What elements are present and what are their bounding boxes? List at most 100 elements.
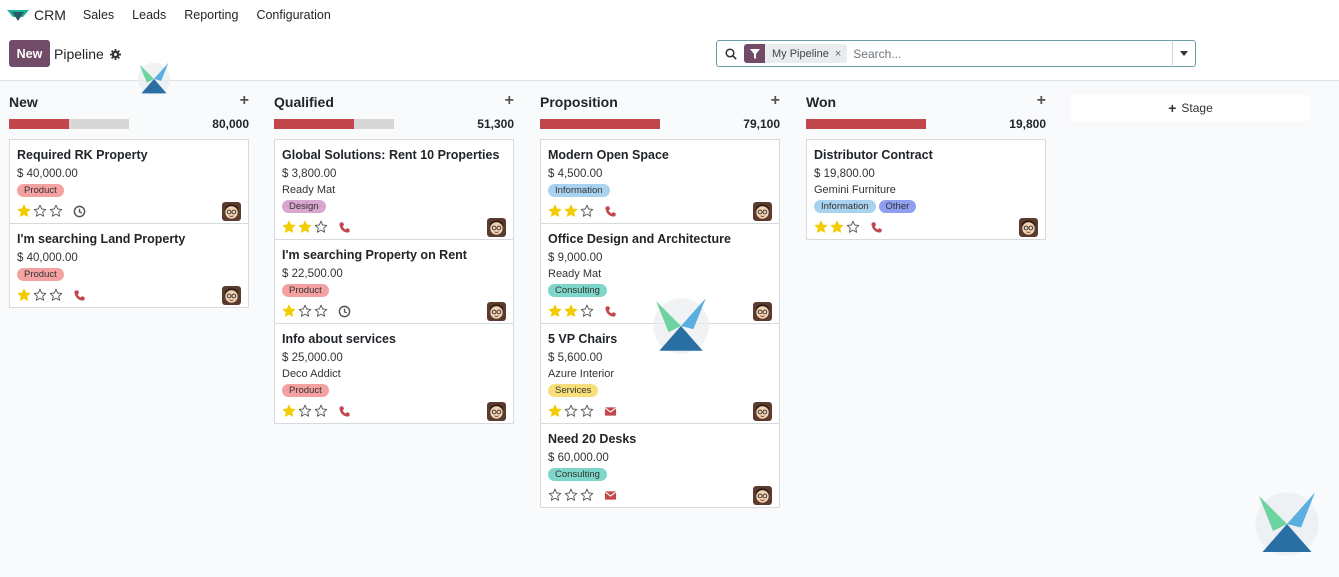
star-filled-icon[interactable] [17, 204, 31, 218]
column-progress-bar[interactable] [274, 119, 394, 129]
column-quick-create-button[interactable]: + [1037, 92, 1046, 110]
star-empty-icon[interactable] [564, 488, 578, 502]
kanban-card[interactable]: Need 20 Desks $ 60,000.00 Consulting [541, 424, 779, 507]
control-panel: New Pipeline My Pipeline × [0, 30, 1339, 81]
star-filled-icon[interactable] [814, 220, 828, 234]
app-brand[interactable]: CRM [7, 7, 66, 23]
menu-reporting[interactable]: Reporting [184, 8, 238, 22]
email-activity-icon[interactable] [604, 489, 617, 502]
avatar[interactable] [222, 202, 241, 221]
kanban-card[interactable]: Distributor Contract $ 19,800.00 Gemini Fu… [807, 140, 1045, 239]
star-filled-icon[interactable] [830, 220, 844, 234]
menu-leads[interactable]: Leads [132, 8, 166, 22]
card-footer [814, 215, 1038, 239]
star-filled-icon[interactable] [282, 220, 296, 234]
star-filled-icon[interactable] [564, 204, 578, 218]
gear-icon[interactable] [109, 48, 121, 60]
star-filled-icon[interactable] [548, 304, 562, 318]
column-progress-bar[interactable] [540, 119, 660, 129]
clock-activity-icon[interactable] [338, 305, 351, 318]
column-progress-bar[interactable] [806, 119, 926, 129]
column-quick-create-button[interactable]: + [771, 92, 780, 110]
star-filled-icon[interactable] [548, 404, 562, 418]
star-empty-icon[interactable] [314, 404, 328, 418]
card-customer: Deco Addict [282, 368, 341, 380]
phone-activity-icon[interactable] [870, 221, 883, 234]
avatar[interactable] [753, 402, 772, 421]
search-input[interactable] [853, 46, 1154, 61]
menu-configuration[interactable]: Configuration [256, 8, 330, 22]
column-quick-create-button[interactable]: + [505, 92, 514, 110]
search-bar: My Pipeline × [716, 40, 1173, 67]
filter-icon [744, 44, 765, 63]
phone-activity-icon[interactable] [73, 289, 86, 302]
star-filled-icon[interactable] [17, 288, 31, 302]
phone-activity-icon[interactable] [604, 305, 617, 318]
phone-activity-icon[interactable] [338, 221, 351, 234]
star-filled-icon[interactable] [282, 304, 296, 318]
filter-facet-remove[interactable]: × [835, 48, 847, 60]
add-stage-button[interactable]: + Stage [1071, 95, 1310, 121]
star-empty-icon[interactable] [580, 204, 594, 218]
search-options-toggle[interactable] [1172, 40, 1196, 67]
star-empty-icon[interactable] [49, 204, 63, 218]
column-total: 51,300 [477, 117, 514, 131]
star-empty-icon[interactable] [580, 304, 594, 318]
page-title: Pipeline [54, 46, 104, 62]
kanban-card[interactable]: Modern Open Space $ 4,500.00 Information [541, 140, 779, 224]
column-total: 79,100 [743, 117, 780, 131]
star-empty-icon[interactable] [548, 488, 562, 502]
star-filled-icon[interactable] [298, 220, 312, 234]
clock-activity-icon[interactable] [73, 205, 86, 218]
card-tags: Information Other [814, 200, 1038, 213]
avatar[interactable] [753, 486, 772, 505]
star-empty-icon[interactable] [580, 488, 594, 502]
avatar[interactable] [487, 218, 506, 237]
star-empty-icon[interactable] [33, 204, 47, 218]
card-amount: $ 60,000.00 [548, 452, 609, 464]
star-empty-icon[interactable] [49, 288, 63, 302]
phone-activity-icon[interactable] [338, 405, 351, 418]
star-empty-icon[interactable] [846, 220, 860, 234]
new-button[interactable]: New [9, 40, 50, 67]
star-filled-icon[interactable] [564, 304, 578, 318]
card-title: Global Solutions: Rent 10 Properties [282, 148, 500, 162]
avatar[interactable] [753, 202, 772, 221]
avatar[interactable] [1019, 218, 1038, 237]
kanban-column-won: Won +19,800 Distributor Contract $ 19,800.0… [806, 92, 1046, 240]
kanban-card[interactable]: I'm searching Property on Rent $ 22,500.0… [275, 240, 513, 324]
top-navbar: CRM Sales Leads Reporting Configuration [0, 0, 1339, 30]
star-empty-icon[interactable] [298, 404, 312, 418]
star-filled-icon[interactable] [548, 204, 562, 218]
card-tags: Services [548, 384, 772, 397]
avatar[interactable] [222, 286, 241, 305]
kanban-card[interactable]: Global Solutions: Rent 10 Properties $ 3,… [275, 140, 513, 240]
kanban-card[interactable]: Required RK Property $ 40,000.00 Product [10, 140, 248, 224]
card-footer [17, 199, 241, 223]
phone-activity-icon[interactable] [604, 205, 617, 218]
kanban-card[interactable]: I'm searching Land Property $ 40,000.00 Pr… [10, 224, 248, 307]
star-empty-icon[interactable] [314, 220, 328, 234]
column-progress-bar[interactable] [9, 119, 129, 129]
star-filled-icon[interactable] [282, 404, 296, 418]
star-empty-icon[interactable] [314, 304, 328, 318]
avatar[interactable] [487, 302, 506, 321]
kanban-card[interactable]: Info about services $ 25,000.00 Deco Addic… [275, 324, 513, 423]
kanban-column-new: New +80,000 Required RK Property $ 40,000.0… [9, 92, 249, 308]
avatar[interactable] [487, 402, 506, 421]
star-empty-icon[interactable] [564, 404, 578, 418]
card-footer [282, 215, 506, 239]
card-tags: Design [282, 200, 506, 213]
column-progress-fill [274, 119, 355, 129]
column-header: New + [9, 92, 249, 112]
star-empty-icon[interactable] [298, 304, 312, 318]
column-quick-create-button[interactable]: + [240, 92, 249, 110]
star-empty-icon[interactable] [580, 404, 594, 418]
menu-sales[interactable]: Sales [83, 8, 114, 22]
star-empty-icon[interactable] [33, 288, 47, 302]
email-activity-icon[interactable] [604, 405, 617, 418]
search-icon[interactable] [725, 47, 737, 60]
card-amount: $ 40,000.00 [17, 168, 78, 180]
app-name: CRM [34, 7, 66, 23]
avatar[interactable] [753, 302, 772, 321]
